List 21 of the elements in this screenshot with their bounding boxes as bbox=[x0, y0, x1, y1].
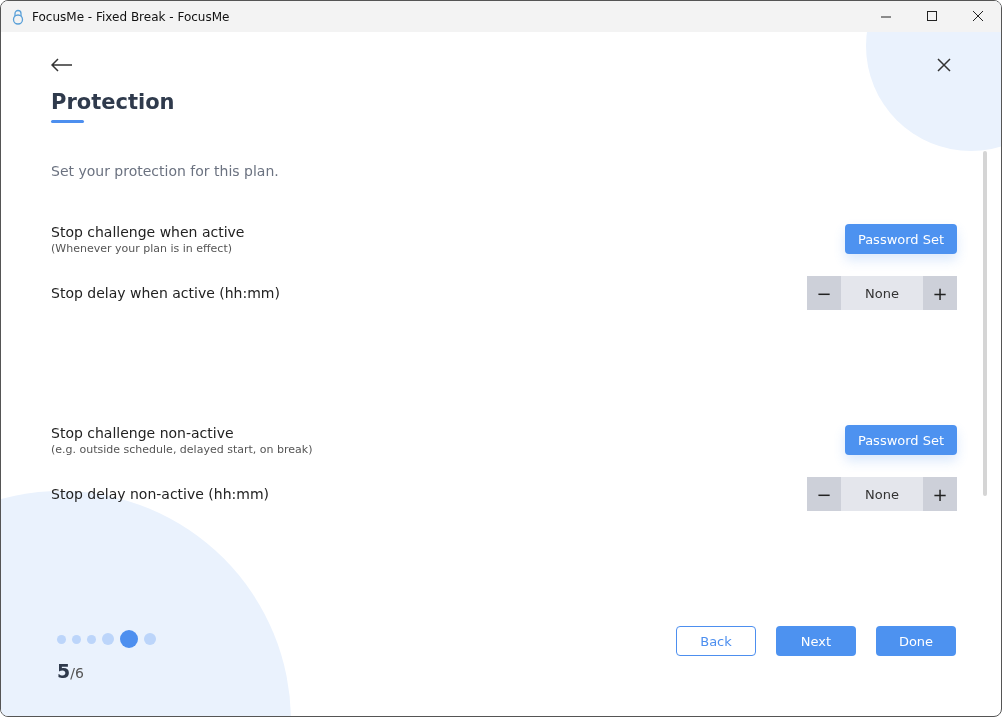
setting-label: Stop delay non-active (hh:mm) bbox=[51, 486, 269, 502]
step-counter: 5/6 bbox=[57, 660, 85, 682]
setting-label: Stop delay when active (hh:mm) bbox=[51, 285, 280, 301]
lock-icon bbox=[10, 8, 26, 25]
delay-value: None bbox=[864, 284, 900, 303]
setting-hint: (e.g. outside schedule, delayed start, on break) bbox=[51, 442, 313, 456]
page-title: Protection bbox=[51, 90, 176, 114]
increment-button[interactable]: + bbox=[923, 477, 957, 511]
setting-hint: (Whenever your plan is in effect) bbox=[51, 241, 233, 255]
delay-stepper[interactable]: − None + bbox=[807, 276, 957, 310]
intro-text: Set your protection for this plan. bbox=[51, 163, 280, 179]
delay-value: None bbox=[864, 485, 900, 504]
setting-label: Stop challenge non-active bbox=[51, 424, 235, 441]
back-arrow-icon[interactable] bbox=[51, 58, 73, 72]
increment-button[interactable]: + bbox=[923, 276, 957, 310]
delay-stepper[interactable]: − None + bbox=[807, 477, 957, 511]
window-title: FocusMe - Fixed Break - FocusMe bbox=[32, 9, 230, 24]
decrement-button[interactable]: − bbox=[807, 477, 841, 511]
close-icon[interactable] bbox=[937, 58, 951, 72]
setting-label: Stop challenge when active bbox=[51, 223, 245, 240]
decrement-button[interactable]: − bbox=[807, 276, 841, 310]
